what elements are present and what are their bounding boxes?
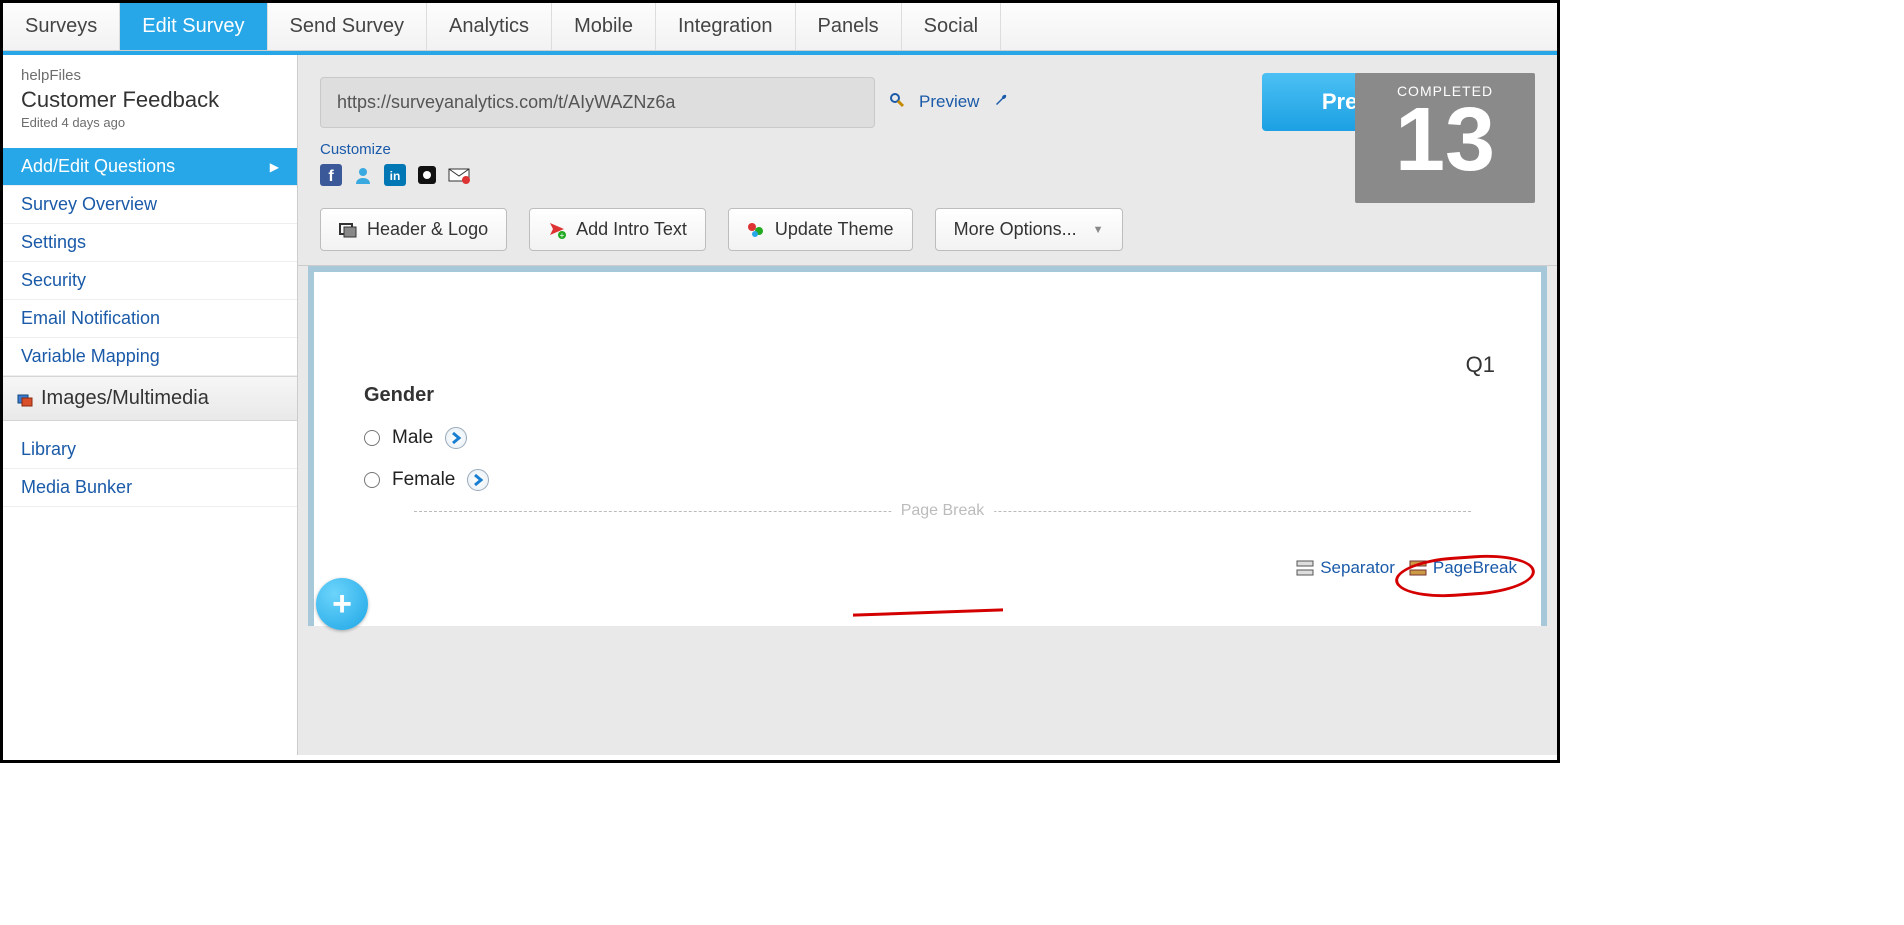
- header-logo-icon: [339, 221, 357, 239]
- option-male[interactable]: Male: [364, 427, 1511, 449]
- sidebar-item-email-notification[interactable]: Email Notification: [3, 300, 297, 338]
- preview-link[interactable]: Preview: [919, 92, 979, 112]
- question-card[interactable]: Q1 Gender Male Female: [308, 266, 1547, 626]
- radio-female[interactable]: [364, 472, 380, 488]
- header-logo-button[interactable]: Header & Logo: [320, 208, 507, 251]
- tab-analytics[interactable]: Analytics: [427, 3, 552, 50]
- add-intro-text-button[interactable]: + Add Intro Text: [529, 208, 706, 251]
- pagebreak-label: PageBreak: [1433, 558, 1517, 578]
- update-theme-label: Update Theme: [775, 219, 894, 240]
- main-area: COMPLETED 13 https://surveyanalytics.com…: [298, 55, 1557, 755]
- edited-timestamp: Edited 4 days ago: [21, 115, 279, 130]
- separator-label: Separator: [1320, 558, 1395, 578]
- tab-send-survey[interactable]: Send Survey: [268, 3, 428, 50]
- sidebar-nav: Add/Edit Questions ▶ Survey Overview Set…: [3, 148, 297, 376]
- caret-right-icon: ▶: [270, 160, 279, 174]
- person-icon[interactable]: [352, 164, 374, 186]
- add-intro-label: Add Intro Text: [576, 219, 687, 240]
- facebook-icon[interactable]: f: [320, 164, 342, 186]
- tab-social[interactable]: Social: [902, 3, 1001, 50]
- question-title: Gender: [364, 384, 1511, 407]
- sidebar-item-media-bunker[interactable]: Media Bunker: [3, 469, 297, 507]
- question-number: Q1: [1466, 352, 1495, 378]
- sidebar-item-settings[interactable]: Settings: [3, 224, 297, 262]
- update-theme-button[interactable]: Update Theme: [728, 208, 913, 251]
- sidebar-section-images-multimedia[interactable]: Images/Multimedia: [3, 376, 297, 421]
- header-logo-label: Header & Logo: [367, 219, 488, 240]
- pagebreak-icon: [1409, 559, 1427, 577]
- sidebar-item-add-edit-questions[interactable]: Add/Edit Questions ▶: [3, 148, 297, 186]
- add-question-button[interactable]: +: [316, 578, 368, 630]
- sidebar-item-library[interactable]: Library: [3, 431, 297, 469]
- svg-text:in: in: [390, 169, 401, 183]
- theme-icon: [747, 221, 765, 239]
- option-label: Male: [392, 427, 433, 449]
- multimedia-icon: [17, 391, 33, 407]
- option-female[interactable]: Female: [364, 469, 1511, 491]
- sidebar-item-variable-mapping[interactable]: Variable Mapping: [3, 338, 297, 376]
- top-nav: Surveys Edit Survey Send Survey Analytic…: [3, 3, 1557, 51]
- completed-counter[interactable]: COMPLETED 13: [1355, 73, 1535, 203]
- annotation-underline: [853, 608, 1003, 616]
- page-break-label: Page Break: [891, 502, 995, 520]
- sidebar-item-survey-overview[interactable]: Survey Overview: [3, 186, 297, 224]
- search-wrench-icon[interactable]: [889, 92, 905, 113]
- wrench-icon[interactable]: [993, 92, 1009, 113]
- dropdown-caret-icon: ▼: [1093, 224, 1104, 236]
- survey-title: Customer Feedback: [21, 87, 279, 113]
- breadcrumb[interactable]: helpFiles: [21, 67, 279, 84]
- separator-action[interactable]: Separator: [1296, 558, 1395, 578]
- sidebar: helpFiles Customer Feedback Edited 4 day…: [3, 55, 298, 755]
- branch-arrow-icon[interactable]: [445, 427, 467, 449]
- more-options-label: More Options...: [954, 219, 1077, 240]
- page-break-divider: Page Break: [414, 511, 1471, 535]
- svg-text:f: f: [328, 168, 334, 185]
- tab-edit-survey[interactable]: Edit Survey: [120, 3, 267, 50]
- more-options-button[interactable]: More Options... ▼: [935, 208, 1123, 251]
- tab-panels[interactable]: Panels: [796, 3, 902, 50]
- sidebar-item-security[interactable]: Security: [3, 262, 297, 300]
- separator-icon: [1296, 559, 1314, 577]
- sidebar-item-label: Add/Edit Questions: [21, 156, 175, 177]
- tab-mobile[interactable]: Mobile: [552, 3, 656, 50]
- add-intro-icon: +: [548, 221, 566, 239]
- tab-surveys[interactable]: Surveys: [3, 3, 120, 50]
- pagebreak-action[interactable]: PageBreak: [1409, 558, 1517, 578]
- option-label: Female: [392, 469, 455, 491]
- radio-male[interactable]: [364, 430, 380, 446]
- square-icon[interactable]: [416, 164, 438, 186]
- question-actions: Separator PageBreak: [1296, 558, 1517, 578]
- social-share-row: f in: [320, 164, 1535, 186]
- linkedin-icon[interactable]: in: [384, 164, 406, 186]
- svg-text:+: +: [560, 231, 565, 239]
- completed-count: 13: [1355, 95, 1535, 185]
- options-list: Male Female: [364, 427, 1511, 491]
- branch-arrow-icon[interactable]: [467, 469, 489, 491]
- survey-url-field[interactable]: https://surveyanalytics.com/t/AIyWAZNz6a: [320, 77, 875, 128]
- sidebar-section-label: Images/Multimedia: [41, 387, 209, 410]
- customize-link[interactable]: Customize: [320, 141, 1535, 158]
- tab-integration[interactable]: Integration: [656, 3, 796, 50]
- mail-icon[interactable]: [448, 164, 470, 186]
